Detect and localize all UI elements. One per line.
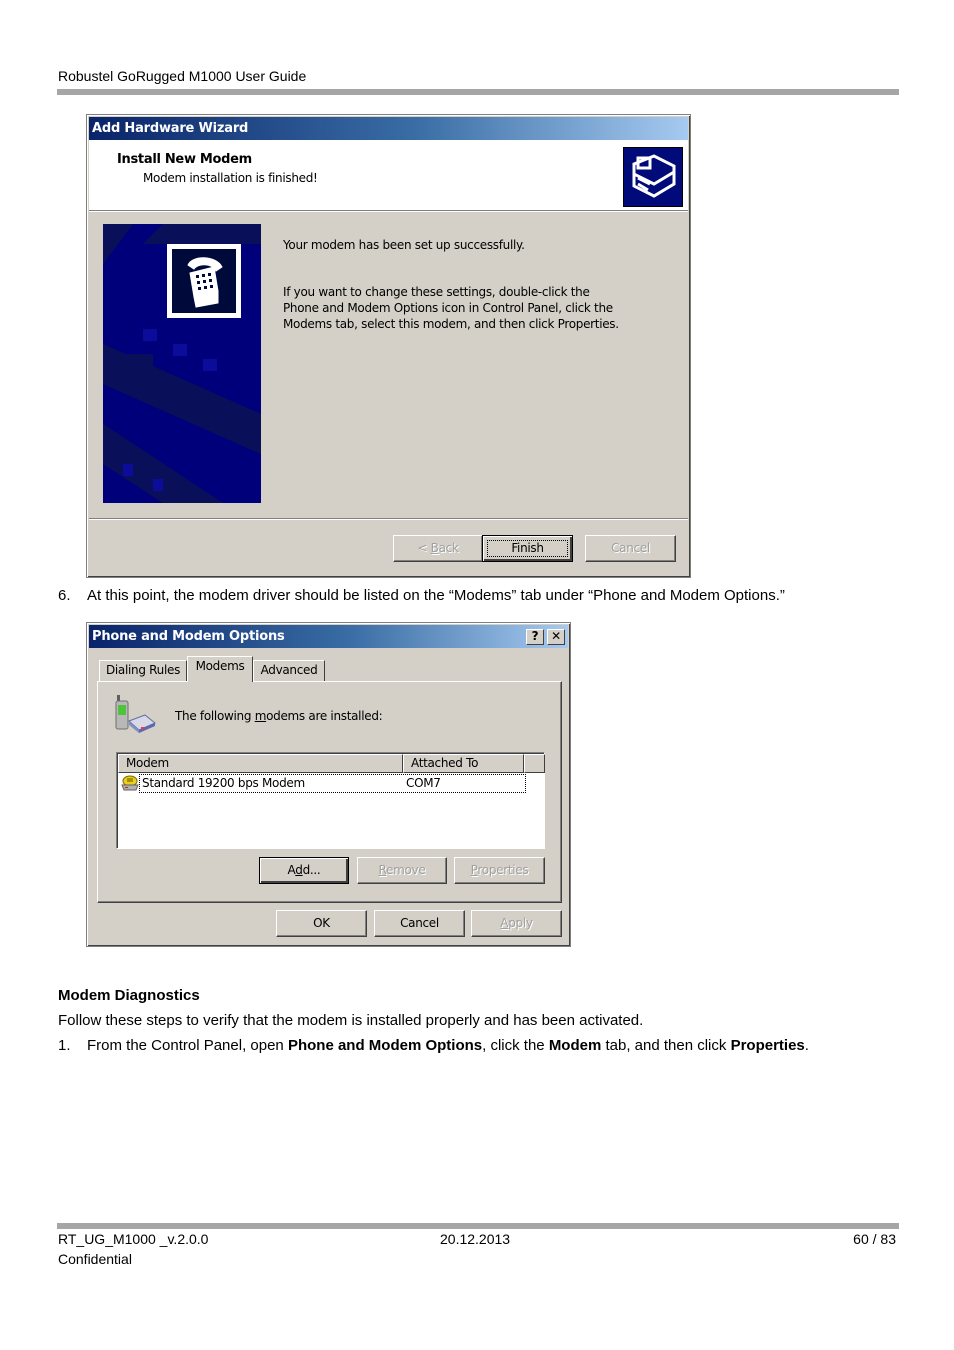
attached-to-cell: COM7 [406,776,441,790]
document-header-title: Robustel GoRugged M1000 User Guide [58,68,307,84]
wizard-subheading: Modem installation is finished! [143,171,318,185]
footer-classification: Confidential [58,1251,132,1267]
finish-button[interactable]: Finish [482,535,573,562]
phone-dialog-titlebar: Phone and Modem Options ? ✕ [89,625,568,648]
tab-label: Dialing Rules [105,663,181,677]
intro-pre: The following [175,709,255,723]
wizard-cancel-button-label: Cancel [611,541,650,555]
telephone-icon [172,249,236,313]
properties-rest: roperties [477,863,529,877]
tab-modems[interactable]: Modems [187,656,253,682]
section-heading-modem-diagnostics: Modem Diagnostics [58,987,200,1004]
cancel-button-label: Cancel [400,916,439,930]
footer-date: 20.12.2013 [440,1231,511,1247]
table-row[interactable]: Standard 19200 bps Modem COM7 [121,774,526,793]
close-button[interactable]: ✕ [547,629,565,645]
remove-button[interactable]: Remove [357,857,447,884]
tab-advanced[interactable]: Advanced [253,660,325,681]
step-1-text: tab, and then click [601,1037,731,1054]
diagnostics-step-1: 1. From the Control Panel, open Phone and… [58,1037,809,1054]
step-1-number: 1. [58,1037,71,1054]
step-6-number: 6. [58,587,71,604]
modem-icon [121,775,139,791]
footer-rule [57,1223,899,1229]
apply-rest: pply [508,916,533,930]
wizard-instructions-line: If you want to change these settings, do… [283,285,590,299]
wizard-header-separator [89,210,688,212]
list-header: Modem Attached To [118,754,545,773]
help-button[interactable]: ? [526,629,544,645]
close-icon: ✕ [551,629,561,643]
telephone-icon-frame [167,244,241,318]
wizard-side-graphic [103,224,261,503]
diagnostics-intro: Follow these steps to verify that the mo… [58,1012,644,1029]
wizard-header-band: Install New Modem Modem installation is … [89,140,688,210]
wizard-success-message: Your modem has been set up successfully. [283,238,525,252]
wizard-instructions-line: Modems tab, select this modem, and then … [283,317,619,331]
step-1-bold-text: Phone and Modem Options [287,1037,483,1054]
remove-accel: R [378,863,387,877]
phone-modem-icon [113,693,157,735]
help-icon: ? [531,629,539,643]
properties-button[interactable]: Properties [454,857,545,884]
wizard-heading: Install New Modem [117,152,252,167]
column-header-label: Modem [126,756,169,770]
intro-rest: odems are installed: [266,709,383,723]
step-6-text: At this point, the modem driver should b… [87,587,785,604]
ok-button-label: OK [313,916,330,930]
back-button-pre: < [417,541,431,555]
ok-button[interactable]: OK [276,910,367,937]
phone-modem-options-window: Phone and Modem Options ? ✕ Dialing Rule… [86,622,571,947]
back-button[interactable]: < Back [393,535,483,562]
wizard-title: Add Hardware Wizard [92,121,249,136]
wizard-titlebar: Add Hardware Wizard [89,117,688,140]
hardware-install-icon [623,147,683,207]
wizard-instructions: If you want to change these settings, do… [283,284,619,332]
modems-installed-label: The following modems are installed: [175,709,383,723]
step-1-text: . [804,1037,809,1054]
tab-label: Modems [195,659,245,673]
apply-button[interactable]: Apply [471,910,562,937]
wizard-instructions-line: Phone and Modem Options icon in Control … [283,301,613,315]
cancel-button[interactable]: Cancel [374,910,465,937]
back-button-rest: ack [438,541,459,555]
phone-dialog-title: Phone and Modem Options [92,629,285,644]
step-6: 6. At this point, the modem driver should… [58,587,785,604]
wizard-footer-separator [89,518,688,520]
column-header-attached-to[interactable]: Attached To [403,754,524,773]
finish-button-label: Finish [511,541,544,555]
intro-accel: m [254,709,267,723]
remove-rest: emove [386,863,426,877]
footer-page-number: 60 / 83 [853,1231,896,1247]
step-1-bold-text: Modem [548,1037,602,1054]
column-header-filler [524,754,545,773]
row-focus-rect: Standard 19200 bps Modem COM7 [139,774,526,793]
add-rest: d... [302,863,321,877]
footer-doc-id: RT_UG_M1000 _v.2.0.0 [58,1231,209,1247]
step-1-text: From the Control Panel, open [87,1037,288,1054]
step-1-bold-text: Properties [730,1037,805,1054]
back-button-accel: B [430,541,439,555]
tab-dialing-rules[interactable]: Dialing Rules [99,660,187,681]
tab-label: Advanced [260,663,318,677]
wizard-cancel-button[interactable]: Cancel [585,535,676,562]
column-header-modem[interactable]: Modem [118,754,403,773]
add-hardware-wizard-window: Add Hardware Wizard Install New Modem Mo… [86,114,691,578]
add-modem-button[interactable]: Add... [259,857,349,884]
column-header-label: Attached To [411,756,479,770]
header-rule [57,89,899,95]
modem-name-cell: Standard 19200 bps Modem [142,776,305,790]
add-accel: d [295,863,303,877]
step-1-text: , click the [482,1037,549,1054]
modems-list[interactable]: Modem Attached To Standard 19200 bps Mod… [116,752,545,849]
